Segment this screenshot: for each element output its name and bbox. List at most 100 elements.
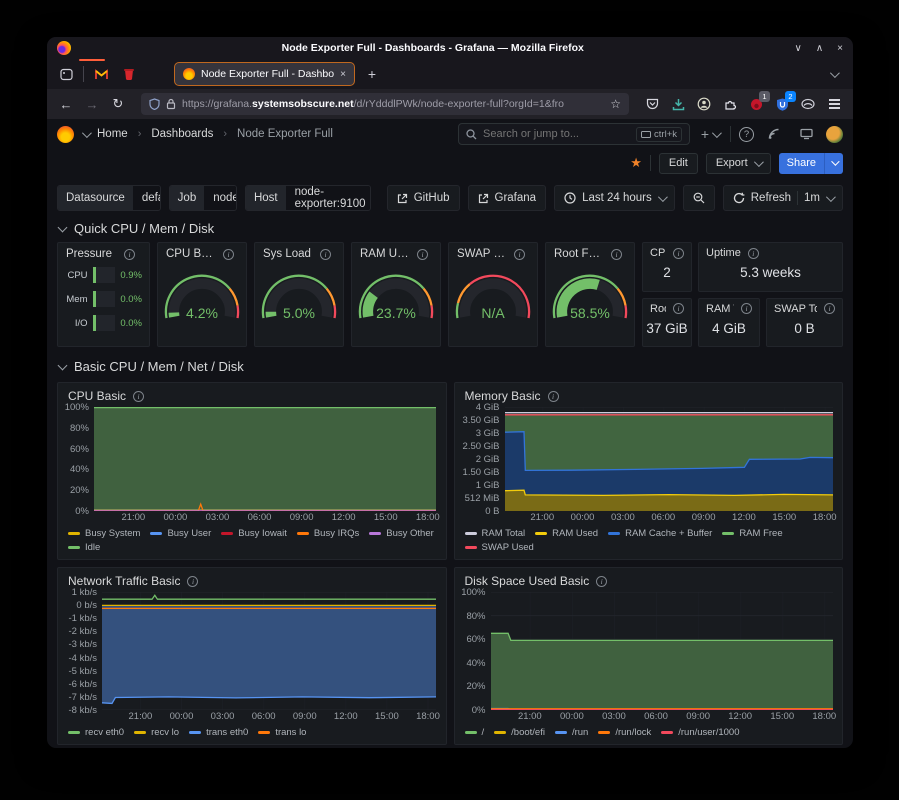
legend-item[interactable]: recv lo <box>134 727 179 738</box>
info-icon[interactable]: i <box>124 249 135 260</box>
gauge[interactable]: 58.5% <box>546 260 634 346</box>
bookmark-star-icon[interactable]: ☆ <box>610 97 621 111</box>
zoom-out-button[interactable] <box>683 185 715 211</box>
legend-item[interactable]: /boot/efi <box>494 727 545 738</box>
info-icon[interactable]: i <box>741 303 752 314</box>
legend-item[interactable]: Busy Iowait <box>221 528 287 539</box>
breadcrumb-dashboards[interactable]: Dashboards <box>151 128 213 140</box>
plot-area[interactable] <box>94 407 436 511</box>
legend-item[interactable]: Busy User <box>150 528 211 539</box>
kiosk-monitor-icon[interactable] <box>794 123 818 145</box>
legend-item[interactable]: SWAP Used <box>465 542 534 553</box>
info-icon[interactable]: i <box>824 303 835 314</box>
time-range-picker[interactable]: Last 24 hours <box>554 185 675 211</box>
info-icon[interactable]: i <box>320 249 331 260</box>
legend-item[interactable]: /run/user/1000 <box>661 727 739 738</box>
share-dropdown-chevron-icon[interactable] <box>824 153 843 174</box>
extension-blue-icon[interactable]: 2 <box>771 93 793 115</box>
github-link-button[interactable]: GitHub <box>387 185 460 211</box>
legend-item[interactable]: RAM Free <box>722 528 782 539</box>
search-box[interactable]: ctrl+k <box>458 123 690 145</box>
active-tab[interactable]: Node Exporter Full - Dashbo × <box>174 62 355 86</box>
reload-button[interactable]: ↻ <box>107 93 129 115</box>
info-icon[interactable]: i <box>514 249 525 260</box>
tracking-shield-icon[interactable] <box>149 98 160 110</box>
menu-hamburger-icon[interactable] <box>823 93 845 115</box>
info-icon[interactable]: i <box>223 249 234 260</box>
panel-header[interactable]: CPU Busyi <box>158 243 246 260</box>
info-icon[interactable]: i <box>187 576 198 587</box>
legend-item[interactable]: recv eth0 <box>68 727 124 738</box>
panel-header[interactable]: RAM Totali <box>699 299 759 315</box>
panel-header[interactable]: Root FS Usedi <box>546 243 634 260</box>
section-basic-cpu-mem-net-disk[interactable]: Basic CPU / Mem / Net / Disk <box>47 347 853 378</box>
legend-item[interactable]: /run/lock <box>598 727 651 738</box>
datasource-select[interactable]: Datasource default <box>57 185 161 211</box>
export-button[interactable]: Export <box>706 153 771 174</box>
plot-area[interactable] <box>102 592 436 710</box>
tab-close-icon[interactable]: × <box>340 69 346 80</box>
legend-item[interactable]: Idle <box>68 542 100 553</box>
chart-canvas[interactable] <box>505 407 833 511</box>
window-maximize-button[interactable]: ∧ <box>816 43 823 54</box>
panel-header[interactable]: Sys Loadi <box>255 243 343 260</box>
help-icon[interactable]: ? <box>739 127 754 142</box>
panel-header[interactable]: Network Traffic Basici <box>58 568 446 590</box>
legend-item[interactable]: Busy System <box>68 528 140 539</box>
chart-canvas[interactable] <box>94 407 436 511</box>
panel-header[interactable]: Uptimei <box>699 243 842 259</box>
favorite-star-icon[interactable]: ★ <box>630 155 642 171</box>
extension-red-icon[interactable]: 1 <box>745 93 767 115</box>
user-avatar[interactable] <box>826 126 843 143</box>
panel-header[interactable]: SWAP Totali <box>767 299 842 315</box>
panel-header[interactable]: CPU Coresi <box>643 243 691 259</box>
pinned-tab-gmail-icon[interactable] <box>90 63 112 85</box>
search-input[interactable] <box>483 128 630 140</box>
pinned-tab-red-icon[interactable] <box>118 63 140 85</box>
legend-item[interactable]: RAM Total <box>465 528 526 539</box>
chart-canvas[interactable] <box>102 592 436 710</box>
panel-header[interactable]: RootFS Totali <box>643 299 691 315</box>
panel-header[interactable]: Disk Space Used Basici <box>455 568 843 590</box>
gauge[interactable]: 5.0% <box>255 260 343 346</box>
mega-menu-chevron-icon[interactable] <box>82 128 92 138</box>
legend-item[interactable]: trans eth0 <box>189 727 248 738</box>
legend-item[interactable]: / <box>465 727 485 738</box>
news-rss-icon[interactable] <box>762 123 786 145</box>
panel-header[interactable]: CPU Basici <box>58 383 446 405</box>
window-close-button[interactable]: × <box>837 43 843 54</box>
section-quick-cpu-mem-disk[interactable]: Quick CPU / Mem / Disk <box>47 211 853 240</box>
new-tab-button[interactable]: + <box>361 63 383 85</box>
extension-puzzle-icon[interactable] <box>719 93 741 115</box>
firefox-view-icon[interactable] <box>55 63 77 85</box>
info-icon[interactable]: i <box>596 576 607 587</box>
grafana-logo[interactable] <box>57 126 74 143</box>
legend-item[interactable]: Busy Other <box>369 528 434 539</box>
new-item-button[interactable]: + <box>698 123 722 145</box>
lock-icon[interactable] <box>166 98 176 110</box>
panel-header[interactable]: SWAP Usedi <box>449 243 537 260</box>
info-icon[interactable]: i <box>548 391 559 402</box>
info-icon[interactable]: i <box>611 249 622 260</box>
gauge[interactable]: N/A <box>449 260 537 346</box>
window-minimize-button[interactable]: ∨ <box>795 43 802 54</box>
panel-header[interactable]: RAM Usedi <box>352 243 440 260</box>
gauge[interactable]: 4.2% <box>158 260 246 346</box>
share-button[interactable]: Share <box>779 153 843 174</box>
refresh-button[interactable]: Refresh 1m <box>723 185 843 211</box>
legend-item[interactable]: Busy IRQs <box>297 528 359 539</box>
gauge[interactable]: 23.7% <box>352 260 440 346</box>
info-icon[interactable]: i <box>673 303 684 314</box>
legend-item[interactable]: /run <box>555 727 588 738</box>
legend-item[interactable]: trans lo <box>258 727 306 738</box>
info-icon[interactable]: i <box>673 248 684 259</box>
plot-area[interactable] <box>491 592 833 710</box>
breadcrumb-home[interactable]: Home <box>97 128 128 140</box>
account-icon[interactable] <box>693 93 715 115</box>
container-icon[interactable] <box>797 93 819 115</box>
url-bar[interactable]: https://grafana.systemsobscure.net/d/rYd… <box>141 93 629 115</box>
panel-header[interactable]: Memory Basici <box>455 383 843 405</box>
pocket-icon[interactable] <box>641 93 663 115</box>
back-button[interactable]: ← <box>55 93 77 115</box>
host-select[interactable]: Host node-exporter:9100 <box>245 185 371 211</box>
